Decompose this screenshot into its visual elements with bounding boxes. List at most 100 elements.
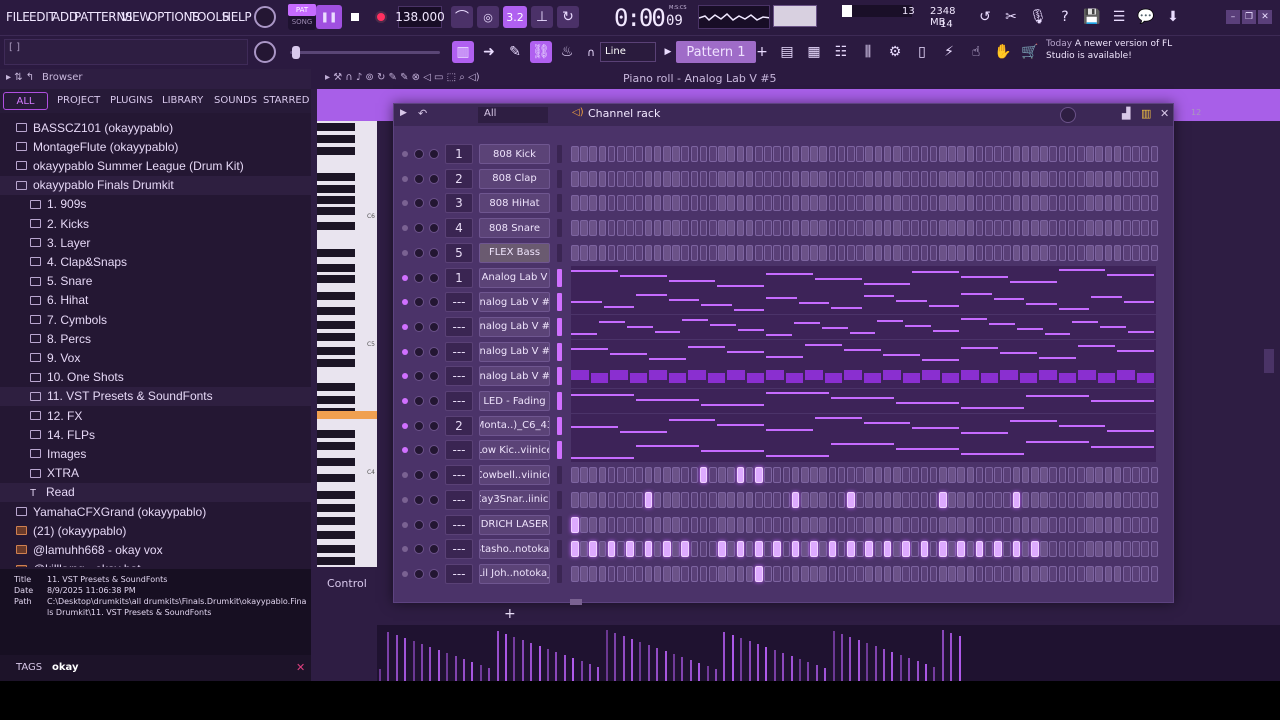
step-button[interactable] bbox=[644, 516, 653, 533]
step-button[interactable] bbox=[1003, 146, 1011, 162]
velocity-bar[interactable] bbox=[765, 647, 768, 681]
channel-mute-led[interactable] bbox=[402, 274, 408, 281]
velocity-bar[interactable] bbox=[488, 668, 491, 681]
pan-knob[interactable] bbox=[414, 470, 424, 481]
pat-song-toggle[interactable]: PAT SONG bbox=[288, 4, 316, 30]
pan-knob[interactable] bbox=[414, 297, 424, 308]
step-button[interactable] bbox=[1132, 541, 1140, 558]
black-key[interactable] bbox=[317, 359, 355, 367]
step-button[interactable] bbox=[607, 541, 616, 558]
step-button[interactable] bbox=[1040, 565, 1048, 582]
step-button[interactable] bbox=[819, 516, 827, 533]
step-button[interactable] bbox=[966, 146, 975, 162]
step-button[interactable] bbox=[745, 220, 754, 237]
step-button[interactable] bbox=[939, 516, 947, 533]
volume-knob[interactable] bbox=[429, 272, 439, 283]
velocity-bar[interactable] bbox=[941, 630, 944, 681]
step-button[interactable] bbox=[1077, 244, 1085, 261]
channel-select-indicator[interactable] bbox=[557, 441, 562, 460]
channel-name-button[interactable]: LED - Fading bbox=[479, 391, 550, 411]
step-button[interactable] bbox=[718, 220, 726, 237]
step-button[interactable] bbox=[1141, 491, 1149, 508]
step-button[interactable] bbox=[810, 146, 818, 162]
velocity-bar[interactable] bbox=[463, 659, 465, 681]
step-button[interactable] bbox=[1003, 244, 1011, 261]
step-button[interactable] bbox=[681, 565, 689, 582]
velocity-bar[interactable] bbox=[815, 665, 818, 681]
tempo-display[interactable]: 138.000 bbox=[395, 6, 445, 28]
step-button[interactable] bbox=[1021, 541, 1030, 558]
step-button[interactable] bbox=[893, 491, 901, 508]
step-button[interactable] bbox=[948, 516, 956, 533]
black-key[interactable] bbox=[317, 207, 355, 215]
step-button[interactable] bbox=[1095, 491, 1103, 508]
step-button[interactable] bbox=[690, 220, 699, 237]
velocity-bar[interactable] bbox=[740, 638, 743, 681]
channel-name-button[interactable]: FLEX Bass bbox=[479, 242, 550, 263]
step-button[interactable] bbox=[883, 565, 892, 582]
volume-knob[interactable] bbox=[429, 420, 439, 431]
step-button[interactable] bbox=[1095, 195, 1103, 212]
step-button[interactable] bbox=[699, 244, 708, 261]
step-button[interactable] bbox=[1058, 146, 1067, 162]
step-button[interactable] bbox=[626, 170, 634, 187]
volume-knob[interactable] bbox=[429, 519, 439, 530]
step-button[interactable] bbox=[1104, 170, 1113, 187]
step-button[interactable] bbox=[985, 516, 993, 533]
restore-icon[interactable]: ❐ bbox=[1242, 10, 1256, 24]
channel-name-button[interactable]: 808 Snare bbox=[479, 218, 550, 239]
channel-select-indicator[interactable] bbox=[557, 194, 562, 213]
mixer-track-number[interactable]: --- bbox=[445, 391, 473, 411]
step-button[interactable] bbox=[966, 195, 975, 212]
step-button[interactable] bbox=[801, 467, 809, 484]
step-button[interactable] bbox=[828, 516, 837, 533]
step-button[interactable] bbox=[966, 244, 975, 261]
step-button[interactable] bbox=[1104, 565, 1113, 582]
step-button[interactable] bbox=[681, 467, 689, 484]
velocity-bar[interactable] bbox=[421, 644, 423, 681]
pan-knob[interactable] bbox=[414, 346, 424, 357]
step-button[interactable] bbox=[1040, 467, 1048, 484]
step-button[interactable] bbox=[985, 565, 993, 582]
snap-select[interactable]: Line bbox=[600, 42, 656, 62]
step-button[interactable] bbox=[589, 467, 597, 484]
step-button[interactable] bbox=[911, 565, 919, 582]
mixer-track-number[interactable]: --- bbox=[445, 465, 473, 486]
step-button[interactable] bbox=[957, 220, 965, 237]
time-display[interactable]: 0:00 M:S:CS 09 bbox=[594, 3, 692, 32]
step-button[interactable] bbox=[1021, 516, 1030, 533]
step-button[interactable] bbox=[1123, 146, 1131, 162]
mixer-track-number[interactable]: --- bbox=[445, 539, 473, 560]
step-button[interactable] bbox=[736, 491, 745, 508]
step-button[interactable] bbox=[773, 170, 781, 187]
step-button[interactable] bbox=[607, 491, 616, 508]
step-button[interactable] bbox=[1012, 565, 1021, 582]
download-icon[interactable]: ⬇ bbox=[1162, 6, 1184, 28]
cart-icon[interactable]: 🛒 bbox=[1019, 41, 1041, 63]
step-button[interactable] bbox=[847, 170, 855, 187]
step-button[interactable] bbox=[653, 467, 662, 484]
velocity-bar[interactable] bbox=[757, 644, 759, 681]
step-button[interactable] bbox=[764, 541, 772, 558]
browser-item[interactable]: 12. FX bbox=[0, 406, 311, 425]
step-button[interactable] bbox=[626, 467, 634, 484]
step-button[interactable] bbox=[736, 516, 745, 533]
step-button[interactable] bbox=[681, 541, 689, 558]
step-button[interactable] bbox=[571, 491, 579, 508]
step-button[interactable] bbox=[975, 565, 984, 582]
step-button[interactable] bbox=[607, 467, 616, 484]
rack-menu-icon[interactable]: ▶ bbox=[400, 108, 407, 118]
black-key[interactable] bbox=[317, 275, 355, 283]
step-button[interactable] bbox=[681, 220, 689, 237]
step-button[interactable] bbox=[957, 516, 965, 533]
step-button[interactable] bbox=[1021, 170, 1030, 187]
step-button[interactable] bbox=[1067, 244, 1076, 261]
step-button[interactable] bbox=[727, 170, 735, 187]
step-button[interactable] bbox=[929, 565, 938, 582]
step-button[interactable] bbox=[709, 541, 717, 558]
step-button[interactable] bbox=[1049, 541, 1057, 558]
step-button[interactable] bbox=[994, 467, 1002, 484]
step-button[interactable] bbox=[1012, 516, 1021, 533]
velocity-bar[interactable] bbox=[379, 669, 381, 681]
step-button[interactable] bbox=[690, 491, 699, 508]
